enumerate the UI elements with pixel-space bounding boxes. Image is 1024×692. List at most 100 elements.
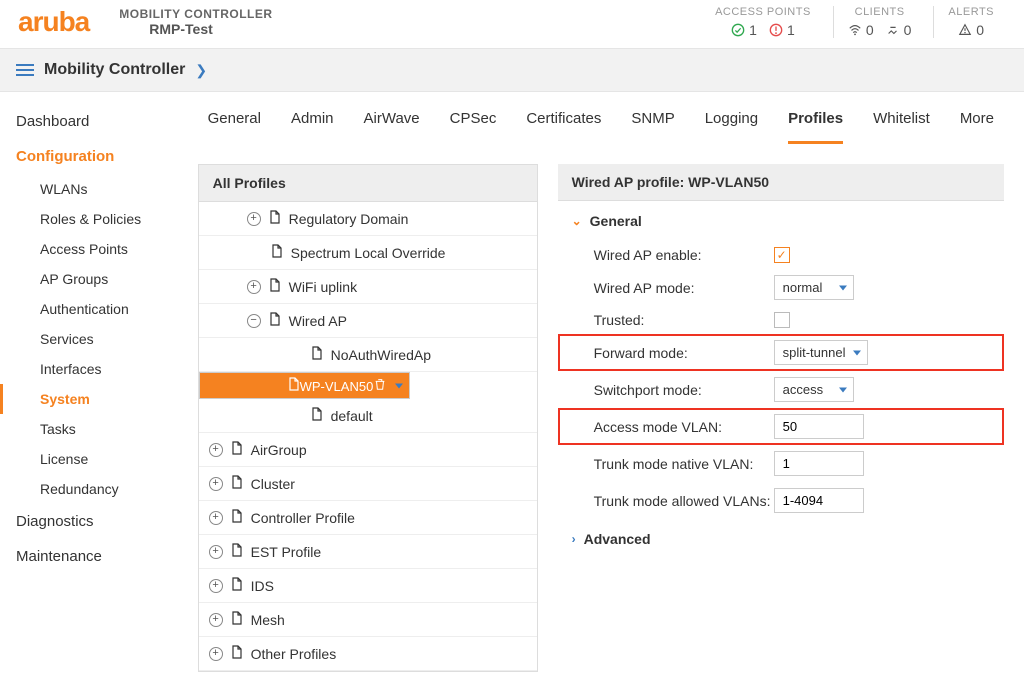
tree-item-spectrum-local-override[interactable]: Spectrum Local Override bbox=[199, 236, 537, 270]
status-down-icon bbox=[769, 23, 783, 37]
tree-item-label: NoAuthWiredAp bbox=[331, 347, 431, 363]
field-access-vlan: Access mode VLAN: bbox=[558, 408, 1004, 445]
wifi-icon bbox=[848, 23, 862, 37]
stat-access-points[interactable]: ACCESS POINTS 1 1 bbox=[701, 6, 825, 38]
sidebar: DashboardConfigurationWLANsRoles & Polic… bbox=[0, 92, 188, 692]
field-forward-mode: Forward mode: split-tunnel bbox=[558, 334, 1004, 371]
header-title: MOBILITY CONTROLLER RMP-Test bbox=[119, 7, 272, 37]
sidebar-item-interfaces[interactable]: Interfaces bbox=[0, 354, 188, 384]
tree-item-ids[interactable]: + IDS bbox=[199, 569, 537, 603]
form-panel: Wired AP profile: WP-VLAN50 ⌄ General Wi… bbox=[558, 164, 1004, 672]
tree-item-wifi-uplink[interactable]: +WiFi uplink bbox=[199, 270, 537, 304]
sidebar-item-dashboard[interactable]: Dashboard bbox=[0, 104, 188, 139]
sidebar-item-license[interactable]: License bbox=[0, 444, 188, 474]
breadcrumb-bar: Mobility Controller ❯ bbox=[0, 48, 1024, 92]
expand-icon[interactable]: + bbox=[209, 545, 223, 559]
stat-clients[interactable]: CLIENTS 0 0 bbox=[833, 6, 926, 38]
expand-icon[interactable]: + bbox=[209, 443, 223, 457]
breadcrumb[interactable]: Mobility Controller bbox=[44, 61, 185, 79]
select-switchport[interactable]: access bbox=[774, 377, 854, 402]
expand-icon[interactable]: + bbox=[247, 212, 261, 226]
expand-icon[interactable]: + bbox=[247, 280, 261, 294]
tree-item-label: IDS bbox=[251, 578, 274, 594]
tree-item-cluster[interactable]: +Cluster bbox=[199, 467, 537, 501]
document-icon bbox=[231, 475, 243, 492]
field-wired-ap-mode: Wired AP mode: normal bbox=[558, 269, 1004, 306]
tab-snmp[interactable]: SNMP bbox=[631, 110, 674, 144]
tree-item-est-profile[interactable]: + EST Profile bbox=[199, 535, 537, 569]
tree-item-label: Other Profiles bbox=[251, 646, 337, 662]
tree-item-label: EST Profile bbox=[251, 544, 322, 560]
document-icon bbox=[231, 611, 243, 628]
section-general[interactable]: ⌄ General bbox=[558, 201, 1004, 241]
content: General Admin AirWave CPSec Certificates SNMP… bbox=[188, 92, 1024, 692]
select-forward-mode[interactable]: split-tunnel bbox=[774, 340, 869, 365]
sidebar-item-authentication[interactable]: Authentication bbox=[0, 294, 188, 324]
sidebar-item-access-points[interactable]: Access Points bbox=[0, 234, 188, 264]
controller-name: RMP-Test bbox=[149, 21, 272, 37]
expand-icon[interactable]: + bbox=[209, 511, 223, 525]
input-native-vlan[interactable] bbox=[774, 451, 864, 476]
sidebar-item-maintenance[interactable]: Maintenance bbox=[0, 539, 188, 574]
tab-bar: General Admin AirWave CPSec Certificates SNMP… bbox=[198, 92, 1004, 144]
tab-certificates[interactable]: Certificates bbox=[526, 110, 601, 144]
tab-logging[interactable]: Logging bbox=[705, 110, 758, 144]
expand-icon[interactable]: + bbox=[209, 613, 223, 627]
sidebar-item-diagnostics[interactable]: Diagnostics bbox=[0, 504, 188, 539]
document-icon bbox=[269, 312, 281, 329]
tab-airwave[interactable]: AirWave bbox=[364, 110, 420, 144]
tree-item-noauthwiredap[interactable]: NoAuthWiredAp bbox=[199, 338, 537, 372]
document-icon bbox=[231, 645, 243, 662]
aruba-logo: aruba bbox=[18, 6, 89, 38]
chevron-right-icon: ❯ bbox=[195, 62, 207, 79]
tree-item-regulatory-domain[interactable]: + Regulatory Domain bbox=[199, 202, 537, 236]
menu-icon[interactable] bbox=[16, 64, 34, 76]
expand-icon[interactable]: + bbox=[209, 647, 223, 661]
tab-profiles[interactable]: Profiles bbox=[788, 110, 843, 144]
field-wired-ap-enable: Wired AP enable: ✓ bbox=[558, 241, 1004, 269]
status-up-icon bbox=[731, 23, 745, 37]
input-access-vlan[interactable] bbox=[774, 414, 864, 439]
tree-item-controller-profile[interactable]: +Controller Profile bbox=[199, 501, 537, 535]
expand-icon[interactable]: + bbox=[209, 477, 223, 491]
sidebar-item-ap-groups[interactable]: AP Groups bbox=[0, 264, 188, 294]
tree-item-other-profiles[interactable]: + Other Profiles bbox=[199, 637, 537, 671]
controller-type: MOBILITY CONTROLLER bbox=[119, 7, 272, 21]
section-advanced[interactable]: › Advanced bbox=[558, 519, 1004, 559]
tree-item-mesh[interactable]: +Mesh bbox=[199, 603, 537, 637]
sidebar-item-configuration[interactable]: Configuration bbox=[0, 139, 188, 174]
tree-item-airgroup[interactable]: +AirGroup bbox=[199, 433, 537, 467]
sidebar-item-redundancy[interactable]: Redundancy bbox=[0, 474, 188, 504]
document-icon bbox=[231, 509, 243, 526]
tree-item-label: Regulatory Domain bbox=[289, 211, 409, 227]
tree-item-wp-vlan50[interactable]: WP-VLAN50 bbox=[199, 372, 411, 399]
chevron-right-icon: › bbox=[572, 532, 576, 546]
trash-icon[interactable] bbox=[373, 379, 387, 394]
document-icon bbox=[288, 379, 300, 394]
document-icon bbox=[231, 543, 243, 560]
document-icon bbox=[269, 210, 281, 227]
tree-item-wired-ap[interactable]: −Wired AP bbox=[199, 304, 537, 338]
tab-cpsec[interactable]: CPSec bbox=[450, 110, 497, 144]
sidebar-item-roles-policies[interactable]: Roles & Policies bbox=[0, 204, 188, 234]
collapse-icon[interactable]: − bbox=[247, 314, 261, 328]
document-icon bbox=[271, 244, 283, 261]
tab-whitelist[interactable]: Whitelist bbox=[873, 110, 930, 144]
sidebar-item-wlans[interactable]: WLANs bbox=[0, 174, 188, 204]
sidebar-item-services[interactable]: Services bbox=[0, 324, 188, 354]
input-allowed-vlans[interactable] bbox=[774, 488, 864, 513]
checkbox-enable[interactable]: ✓ bbox=[774, 247, 790, 263]
tree-item-label: Spectrum Local Override bbox=[291, 245, 446, 261]
tab-general[interactable]: General bbox=[208, 110, 261, 144]
profiles-header: All Profiles bbox=[199, 165, 537, 202]
select-mode[interactable]: normal bbox=[774, 275, 854, 300]
checkbox-trusted[interactable] bbox=[774, 312, 790, 328]
tab-more[interactable]: More bbox=[960, 110, 994, 144]
tree-item-default[interactable]: default bbox=[199, 399, 537, 433]
header: aruba MOBILITY CONTROLLER RMP-Test ACCES… bbox=[0, 0, 1024, 48]
sidebar-item-system[interactable]: System bbox=[0, 384, 188, 414]
stat-alerts[interactable]: ALERTS 0 bbox=[933, 6, 1008, 38]
tab-admin[interactable]: Admin bbox=[291, 110, 334, 144]
expand-icon[interactable]: + bbox=[209, 579, 223, 593]
sidebar-item-tasks[interactable]: Tasks bbox=[0, 414, 188, 444]
